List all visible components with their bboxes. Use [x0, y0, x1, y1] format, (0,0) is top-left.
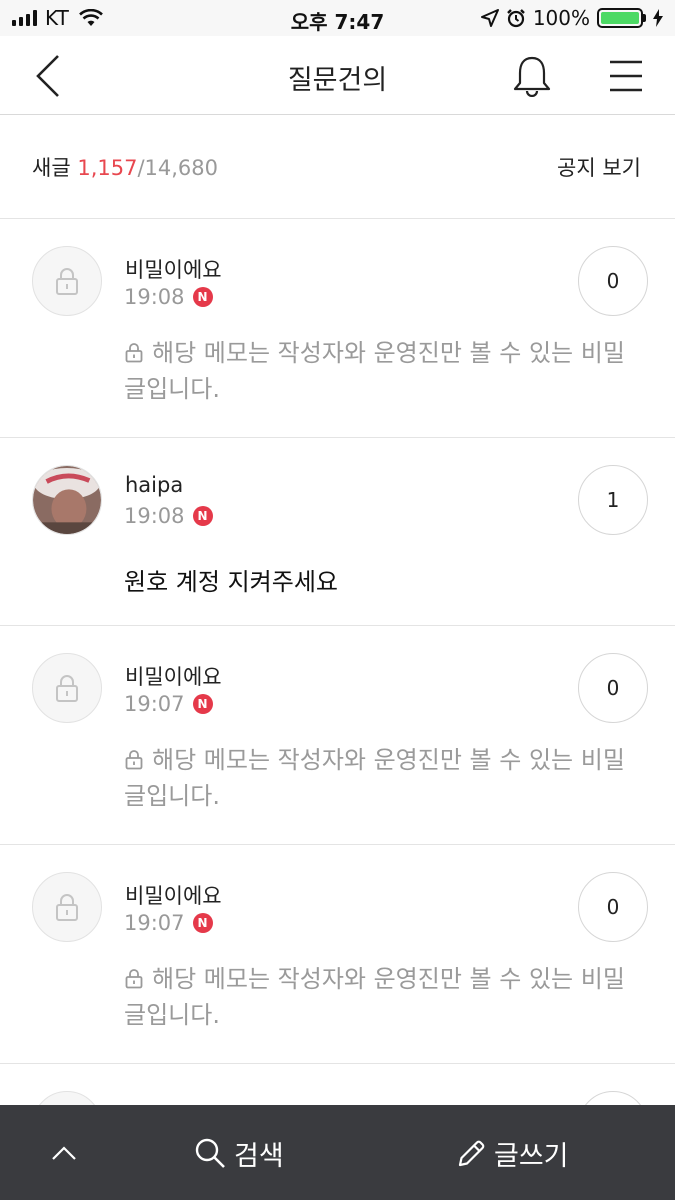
lock-icon	[125, 343, 143, 363]
search-label: 검색	[234, 1140, 284, 1172]
back-button[interactable]	[26, 52, 70, 100]
post-time: 19:07	[124, 692, 185, 716]
battery-percentage: 100%	[532, 6, 590, 30]
post-meta: 19:07 N	[124, 911, 213, 935]
post-author: 비밀이에요	[125, 258, 222, 282]
app-header: 질문건의	[0, 36, 675, 115]
write-post-button[interactable]: 글쓰기	[456, 1129, 569, 1177]
secret-post-text: 해당 메모는 작성자와 운영진만 볼 수 있는 비밀글입니다.	[124, 746, 625, 810]
new-badge: N	[192, 913, 213, 933]
new-posts-label: 새글	[32, 156, 71, 180]
location-arrow-icon	[480, 9, 499, 27]
comment-count-button[interactable]: 0	[578, 653, 648, 723]
scroll-to-top-button[interactable]	[40, 1129, 88, 1177]
menu-button[interactable]	[600, 52, 652, 100]
hamburger-menu-icon	[610, 60, 642, 92]
avatar	[32, 465, 102, 535]
secret-post-text: 해당 메모는 작성자와 운영진만 볼 수 있는 비밀글입니다.	[124, 965, 625, 1029]
comment-count-button[interactable]: 1	[578, 465, 648, 535]
status-bar: KT 오후 7:47 100%	[0, 0, 675, 36]
comment-count-button[interactable]: 0	[578, 246, 648, 316]
new-post-count: 1,157	[77, 156, 138, 180]
lock-icon	[56, 894, 78, 921]
secret-post-text: 해당 메모는 작성자와 운영진만 볼 수 있는 비밀글입니다.	[124, 339, 625, 403]
new-badge: N	[192, 287, 213, 307]
lock-icon	[56, 268, 78, 295]
comment-count-button[interactable]: 0	[578, 872, 648, 942]
post-time: 19:08	[124, 504, 185, 528]
board-summary: 새글 1,157/14,680 공지 보기	[0, 116, 675, 219]
user-photo-avatar	[33, 466, 101, 534]
post-body: 원호 계정 지켜주세요	[124, 568, 338, 596]
avatar	[32, 653, 102, 723]
search-button[interactable]: 검색	[194, 1129, 284, 1177]
lock-icon	[125, 969, 143, 989]
post-author: 비밀이에요	[125, 665, 222, 689]
alarm-clock-icon	[506, 9, 525, 28]
post-list-item[interactable]: 비밀이에요 19:07 N 0 해당 메모는 작성자와 운영진만 볼 수 있는 …	[0, 845, 675, 1064]
avatar	[32, 872, 102, 942]
battery-icon	[597, 8, 646, 28]
new-badge: N	[192, 506, 213, 526]
secret-post-notice: 해당 메모는 작성자와 운영진만 볼 수 있는 비밀글입니다.	[124, 742, 639, 814]
page-title: 질문건의	[287, 65, 388, 96]
lock-icon	[125, 750, 143, 770]
battery-level-fill	[601, 12, 639, 24]
pencil-icon	[458, 1140, 485, 1167]
secret-post-notice: 해당 메모는 작성자와 운영진만 볼 수 있는 비밀글입니다.	[124, 961, 639, 1033]
view-notice-link[interactable]: 공지 보기	[557, 152, 641, 182]
post-author: 비밀이에요	[125, 884, 222, 908]
total-post-count: /14,680	[137, 156, 219, 180]
search-icon	[195, 1138, 225, 1168]
secret-post-notice: 해당 메모는 작성자와 운영진만 볼 수 있는 비밀글입니다.	[124, 335, 639, 407]
new-badge: N	[192, 694, 213, 714]
bell-icon	[513, 56, 551, 97]
post-list-item[interactable]: haipa 19:08 N 1 원호 계정 지켜주세요	[0, 438, 675, 626]
back-arrow-icon	[36, 55, 59, 97]
post-time: 19:08	[124, 285, 185, 309]
write-label: 글쓰기	[494, 1140, 569, 1172]
bottom-toolbar: 검색 글쓰기	[0, 1105, 675, 1200]
post-meta: 19:08 N	[124, 285, 213, 309]
post-list-item[interactable]: 비밀이에요 19:08 N 0 해당 메모는 작성자와 운영진만 볼 수 있는 …	[0, 219, 675, 438]
post-meta: 19:08 N	[124, 504, 213, 528]
post-list-item[interactable]: 비밀이에요 19:07 N 0 해당 메모는 작성자와 운영진만 볼 수 있는 …	[0, 626, 675, 845]
avatar	[32, 246, 102, 316]
post-count: 새글 1,157/14,680	[32, 152, 218, 182]
post-author: haipa	[125, 473, 184, 497]
post-time: 19:07	[124, 911, 185, 935]
lock-icon	[56, 675, 78, 702]
post-meta: 19:07 N	[124, 692, 213, 716]
status-bar-right: 100%	[480, 6, 663, 30]
notification-bell-button[interactable]	[506, 52, 558, 100]
charging-bolt-icon	[653, 9, 663, 27]
chevron-up-icon	[52, 1146, 76, 1160]
